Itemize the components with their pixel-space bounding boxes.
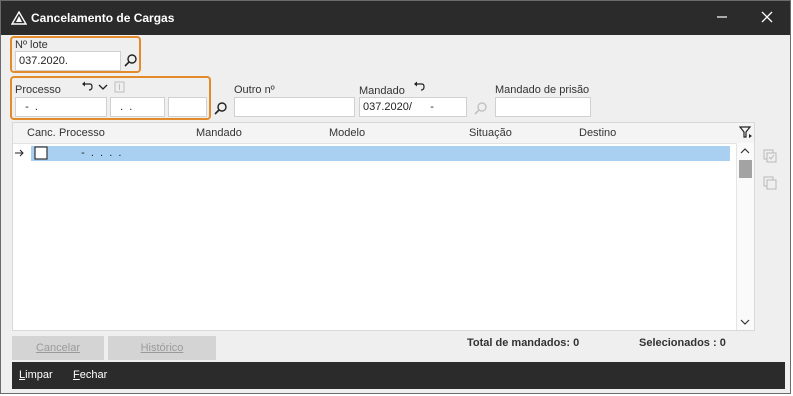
fechar-button[interactable]: Fechar xyxy=(73,369,107,381)
undo-icon[interactable] xyxy=(413,81,425,93)
title-bar: Cancelamento de Cargas xyxy=(1,1,790,35)
grid-header: Canc. Processo Mandado Modelo Situação D… xyxy=(13,123,754,144)
uncheck-all-icon xyxy=(763,176,777,190)
vertical-scrollbar[interactable] xyxy=(736,143,754,330)
search-icon[interactable] xyxy=(214,101,228,115)
outro-label: Outro nº xyxy=(234,84,275,96)
search-icon[interactable] xyxy=(124,53,138,67)
mandado-prisao-input[interactable] xyxy=(495,97,591,117)
scroll-thumb[interactable] xyxy=(739,160,752,178)
document-icon xyxy=(114,81,125,93)
scroll-up-icon[interactable] xyxy=(740,146,750,156)
filter-icon[interactable] xyxy=(739,125,753,139)
row-pointer-icon xyxy=(15,148,25,158)
column-header-canc[interactable]: Canc. xyxy=(27,127,56,139)
table-row[interactable]: - . . . . xyxy=(13,146,731,161)
app-window: Cancelamento de Cargas Nº lote 037.2020.… xyxy=(0,0,791,394)
total-selecionados: Selecionados : 0 xyxy=(639,337,726,349)
processo-field-1[interactable]: - . xyxy=(15,97,107,117)
historico-button[interactable]: Histórico xyxy=(108,336,216,360)
check-all-icon xyxy=(763,149,777,163)
close-button[interactable] xyxy=(753,7,781,29)
minimize-icon xyxy=(716,11,728,26)
total-mandados: Total de mandados: 0 xyxy=(467,337,580,349)
column-header-destino[interactable]: Destino xyxy=(579,127,616,139)
limpar-label: impar xyxy=(25,369,53,381)
chevron-down-icon[interactable] xyxy=(97,81,109,93)
undo-icon[interactable] xyxy=(81,81,93,93)
search-icon xyxy=(474,101,488,115)
fechar-label: echar xyxy=(79,369,108,381)
lote-input[interactable]: 037.2020. xyxy=(15,51,121,71)
outro-input[interactable] xyxy=(234,97,355,117)
cancelar-button[interactable]: Cancelar xyxy=(12,336,104,360)
fechar-accelerator: F xyxy=(73,369,80,381)
column-header-situacao[interactable]: Situação xyxy=(469,127,512,139)
bottom-action-bar: Limpar Fechar xyxy=(12,362,785,389)
app-logo-icon xyxy=(10,10,28,25)
cancel-checkbox[interactable] xyxy=(34,146,48,160)
minimize-button[interactable] xyxy=(708,7,736,29)
column-header-processo[interactable]: Processo xyxy=(59,127,105,139)
processo-field-3[interactable] xyxy=(168,97,207,117)
limpar-button[interactable]: Limpar xyxy=(19,369,53,381)
mandado-input[interactable]: 037.2020/ - xyxy=(359,97,467,117)
row-selection xyxy=(31,146,730,161)
scroll-down-icon[interactable] xyxy=(740,317,750,327)
row-processo-value: - . . . . xyxy=(75,147,122,159)
column-header-mandado[interactable]: Mandado xyxy=(196,127,242,139)
mandado-label: Mandado xyxy=(359,85,405,97)
mandado-prisao-label: Mandado de prisão xyxy=(495,84,590,96)
close-icon xyxy=(761,11,773,26)
mandados-grid: Canc. Processo Mandado Modelo Situação D… xyxy=(12,122,755,331)
column-header-modelo[interactable]: Modelo xyxy=(329,127,365,139)
processo-field-2[interactable]: . . xyxy=(110,97,165,117)
window-title: Cancelamento de Cargas xyxy=(31,11,175,25)
processo-label: Processo xyxy=(15,84,61,96)
lote-label: Nº lote xyxy=(15,39,48,51)
